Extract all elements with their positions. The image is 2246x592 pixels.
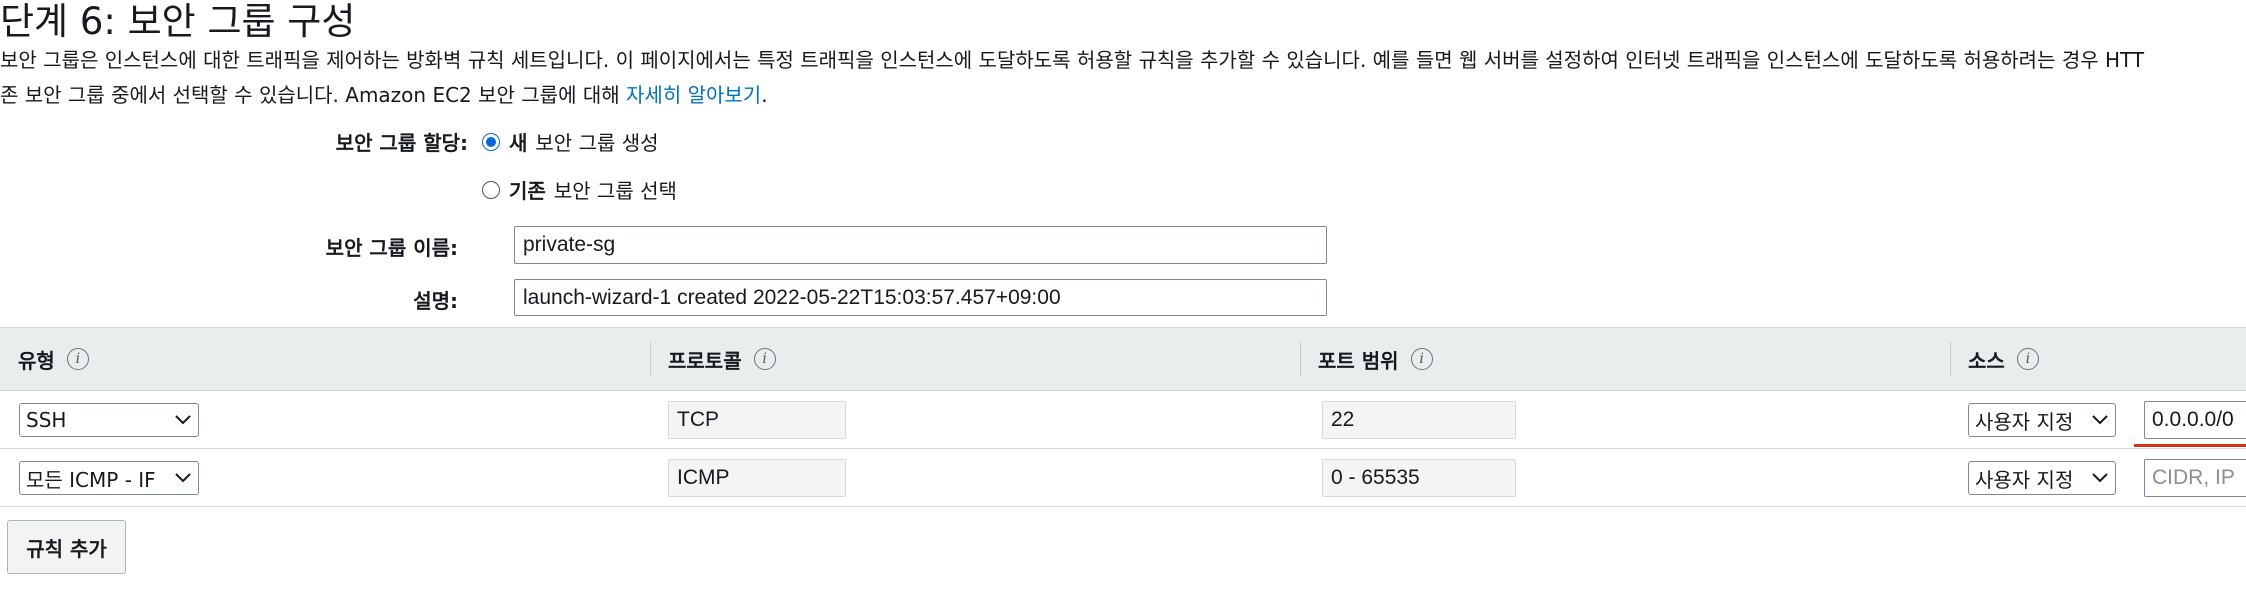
group-name-input[interactable]: private-sg <box>514 226 1327 264</box>
radio-new-security-group[interactable]: 새 보안 그룹 생성 <box>482 127 659 156</box>
description-input[interactable]: launch-wizard-1 created 2022-05-22T15:03… <box>514 279 1327 316</box>
row-divider <box>0 448 2246 449</box>
group-name-label: 보안 그룹 이름: <box>325 236 458 260</box>
column-header-source-label: 소스 <box>1968 348 2005 373</box>
chevron-down-icon <box>175 415 191 425</box>
radio-existing-label: 보안 그룹 선택 <box>553 179 677 203</box>
chevron-down-icon <box>175 473 191 483</box>
rule-protocol-field: TCP <box>668 401 846 439</box>
rules-table-header: 유형 i 프로토콜 i 포트 범위 i 소스 i <box>0 327 2246 391</box>
column-header-protocol-label: 프로토콜 <box>668 348 742 373</box>
rule-type-select[interactable]: SSH <box>19 403 199 437</box>
column-divider <box>650 342 651 376</box>
column-header-type-label: 유형 <box>18 348 55 373</box>
column-header-port-range-label: 포트 범위 <box>1318 348 1399 373</box>
rule-source-cidr-text[interactable] <box>2152 466 2246 490</box>
rule-type-select[interactable]: 모든 ICMP - IF <box>19 461 199 495</box>
column-divider <box>1300 342 1301 376</box>
column-divider <box>1950 342 1951 376</box>
column-header-protocol: 프로토콜 i <box>668 328 776 390</box>
info-icon[interactable]: i <box>1410 348 1433 370</box>
rule-source-type-select[interactable]: 사용자 지정 <box>1968 403 2116 437</box>
intro-text-line-2: 존 보안 그룹 중에서 선택할 수 있습니다. Amazon EC2 보안 그룹… <box>0 81 2246 109</box>
rule-port-range-field: 0 - 65535 <box>1322 459 1516 497</box>
column-header-type: 유형 i <box>18 328 89 390</box>
assignment-label: 보안 그룹 할당: <box>335 131 468 155</box>
rule-protocol-field: ICMP <box>668 459 846 497</box>
page-title: 단계 6: 보안 그룹 구성 <box>0 0 356 43</box>
rule-source-type-value: 사용자 지정 <box>1975 467 2074 492</box>
column-header-port-range: 포트 범위 i <box>1318 328 1433 390</box>
add-rule-button[interactable]: 규칙 추가 <box>7 520 126 574</box>
rule-type-value: SSH <box>26 408 67 432</box>
rule-source-cidr-input[interactable] <box>2144 401 2246 439</box>
rule-type-value: 모든 ICMP - IF <box>26 467 156 492</box>
info-icon[interactable]: i <box>753 348 776 370</box>
rule-source-cidr-text[interactable] <box>2152 408 2246 432</box>
learn-more-link[interactable]: 자세히 알아보기 <box>626 83 761 107</box>
info-icon[interactable]: i <box>2016 348 2039 370</box>
radio-existing-security-group[interactable]: 기존 보안 그룹 선택 <box>482 175 677 204</box>
radio-button-checked[interactable] <box>482 132 500 151</box>
intro-text-line-2-body: 존 보안 그룹 중에서 선택할 수 있습니다. Amazon EC2 보안 그룹… <box>0 83 627 107</box>
description-label: 설명: <box>413 289 458 313</box>
radio-existing-strong: 기존 <box>509 179 546 203</box>
validation-error-underline <box>2134 444 2246 447</box>
rule-source-type-select[interactable]: 사용자 지정 <box>1968 461 2116 495</box>
chevron-down-icon <box>2092 415 2108 425</box>
column-header-source: 소스 i <box>1968 328 2039 390</box>
rule-source-cidr-input[interactable] <box>2144 459 2246 497</box>
chevron-down-icon <box>2092 473 2108 483</box>
info-icon[interactable]: i <box>66 348 89 370</box>
row-divider <box>0 506 2246 507</box>
rule-port-range-field: 22 <box>1322 401 1516 439</box>
rule-source-type-value: 사용자 지정 <box>1975 409 2074 434</box>
intro-text-period: . <box>761 83 768 107</box>
intro-text-line-1: 보안 그룹은 인스턴스에 대한 트래픽을 제어하는 방화벽 규칙 세트입니다. … <box>0 48 2145 72</box>
radio-new-strong: 새 <box>509 131 528 155</box>
radio-new-label: 보안 그룹 생성 <box>535 131 659 155</box>
radio-button-unchecked[interactable] <box>482 180 500 199</box>
